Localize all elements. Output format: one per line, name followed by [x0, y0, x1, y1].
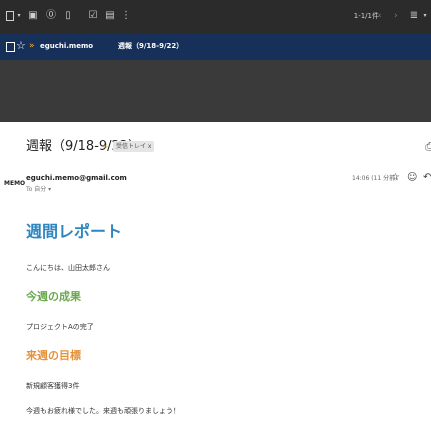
- print-icon[interactable]: ⎙: [425, 140, 431, 154]
- pagination-text: 1-1/1件: [353, 12, 379, 20]
- archive-icon[interactable]: ▣: [27, 9, 39, 23]
- more-options-icon[interactable]: ⋮: [120, 9, 132, 23]
- email-view: 週報（9/18-9/22） » 受信トレイ x ⎙ MEMO eguchi.me…: [0, 122, 431, 431]
- select-dropdown-icon[interactable]: ▾: [13, 9, 25, 23]
- row-sender: eguchi.memo: [40, 42, 94, 50]
- row-subject: 週報（9/18-9/22）: [118, 42, 184, 50]
- mail-toolbar: ▾ ▣ ⓪ ▯ ☑ ▤ ⋮ 1-1/1件 ‹ › ≣ ▾: [0, 0, 431, 33]
- importance-marker-icon[interactable]: »: [29, 38, 35, 54]
- goals-heading: 来週の目標: [26, 349, 81, 362]
- report-spam-icon[interactable]: ⓪: [45, 9, 57, 23]
- selected-mail-row[interactable]: ☆ » eguchi.memo 週報（9/18-9/22）: [0, 33, 431, 60]
- divider-area: [0, 60, 431, 122]
- avatar: MEMO: [4, 180, 26, 187]
- achievements-text: プロジェクトAの完了: [26, 323, 94, 331]
- goals-text: 新規顧客獲得3件: [26, 382, 80, 390]
- greeting-text: こんにちは、山田太郎さん: [26, 264, 110, 272]
- reply-icon[interactable]: ↶: [423, 171, 431, 185]
- sender-email[interactable]: eguchi.memo@gmail.com: [26, 173, 127, 183]
- closing-text: 今週もお疲れ様でした。来週も頑張りましょう！: [26, 407, 180, 415]
- recipient-line[interactable]: To 自分 ▾: [26, 185, 51, 195]
- star-icon[interactable]: ☆: [16, 38, 26, 54]
- importance-marker-icon[interactable]: »: [103, 140, 108, 154]
- delete-icon[interactable]: ▯: [62, 9, 74, 23]
- achievements-heading: 今週の成果: [26, 290, 81, 303]
- move-to-icon[interactable]: ▤: [104, 9, 116, 23]
- star-icon[interactable]: ☆: [391, 171, 400, 185]
- inbox-label-chip[interactable]: 受信トレイ x: [113, 141, 155, 152]
- chevron-right-icon[interactable]: ›: [394, 9, 398, 23]
- mark-unread-icon[interactable]: ☑: [87, 9, 99, 23]
- density-dropdown-icon[interactable]: ▾: [419, 9, 431, 23]
- row-checkbox[interactable]: [6, 42, 15, 52]
- chevron-left-icon[interactable]: ‹: [378, 9, 382, 23]
- emoji-react-icon[interactable]: ☺: [407, 171, 417, 185]
- report-heading: 週間レポート: [26, 222, 123, 241]
